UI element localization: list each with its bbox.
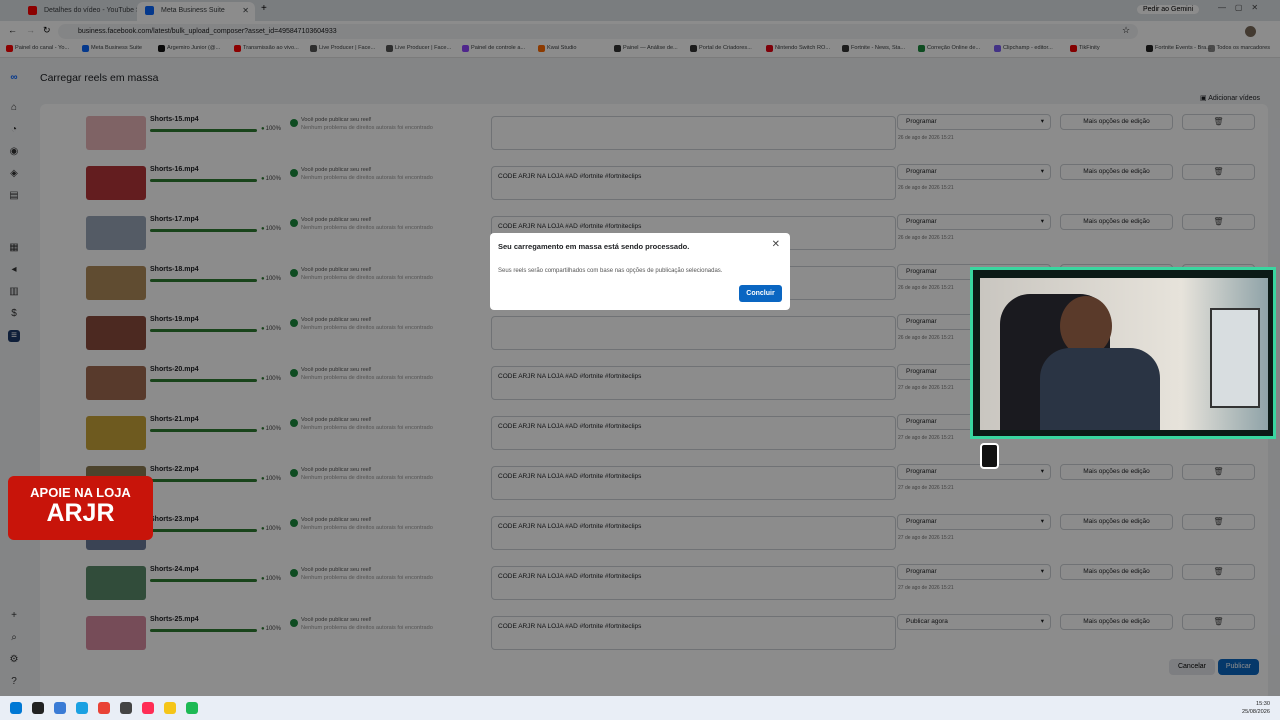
dialog-title: Seu carregamento em massa está sendo pro… [498, 242, 690, 251]
person-body [1040, 348, 1160, 430]
promo-line1: APOIE NA LOJA [30, 485, 131, 500]
edge-icon[interactable] [76, 702, 88, 714]
monitor [1210, 308, 1260, 408]
system-clock: 15:30 25/08/2026 [1242, 700, 1270, 716]
text-cursor-icon [980, 443, 999, 469]
person-head [1060, 296, 1112, 356]
spotify-icon[interactable] [186, 702, 198, 714]
webcam-overlay [970, 267, 1276, 439]
clock-date: 25/08/2026 [1242, 709, 1270, 715]
webcam-feed [980, 278, 1268, 430]
processing-dialog: Seu carregamento em massa está sendo pro… [490, 233, 790, 310]
promo-line2: ARJR [46, 499, 115, 527]
concluir-button[interactable]: Concluir [739, 285, 782, 302]
windows-start-icon[interactable] [10, 702, 22, 714]
promo-banner: APOIE NA LOJA ARJR [8, 476, 153, 540]
tiktok-icon[interactable] [142, 702, 154, 714]
folder-icon[interactable] [164, 702, 176, 714]
app-icon[interactable] [54, 702, 66, 714]
windows-taskbar: 15:30 25/08/2026 [0, 696, 1280, 720]
clock-time: 15:30 [1256, 701, 1270, 707]
app-icon[interactable] [32, 702, 44, 714]
close-icon[interactable]: ✕ [772, 239, 780, 250]
dialog-body: Seus reels serão compartilhados com base… [498, 268, 723, 274]
screen: Detalhes do vídeo - YouTube S ✕ Meta Bus… [0, 0, 1280, 720]
obs-icon[interactable] [120, 702, 132, 714]
chrome-icon[interactable] [98, 702, 110, 714]
